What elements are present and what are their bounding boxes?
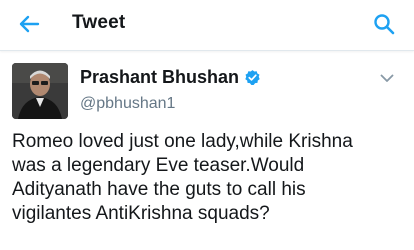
tweet-card: Prashant Bhushan @pbhushan1 Romeo loved … [0,51,414,250]
avatar[interactable] [12,63,68,119]
search-icon [374,14,395,35]
page-title: Tweet [72,12,126,33]
author-name-row[interactable]: Prashant Bhushan [80,67,261,88]
tweet-options-button[interactable] [378,71,396,85]
chevron-down-icon [380,74,394,82]
top-app-bar: Tweet [0,0,414,51]
author-display-name[interactable]: Prashant Bhushan [80,67,239,88]
author-handle[interactable]: @pbhushan1 [80,95,175,113]
tweet-detail-screen: Tweet Prashant Bhushan @pbhushan1 Romeo … [0,0,414,250]
search-button[interactable] [370,10,398,38]
profile-photo-image [12,63,68,119]
back-arrow-icon [19,15,40,33]
back-button[interactable] [14,10,44,38]
tweet-text: Romeo loved just one lady,while Krishna … [12,131,353,224]
verified-badge-icon [244,69,261,86]
